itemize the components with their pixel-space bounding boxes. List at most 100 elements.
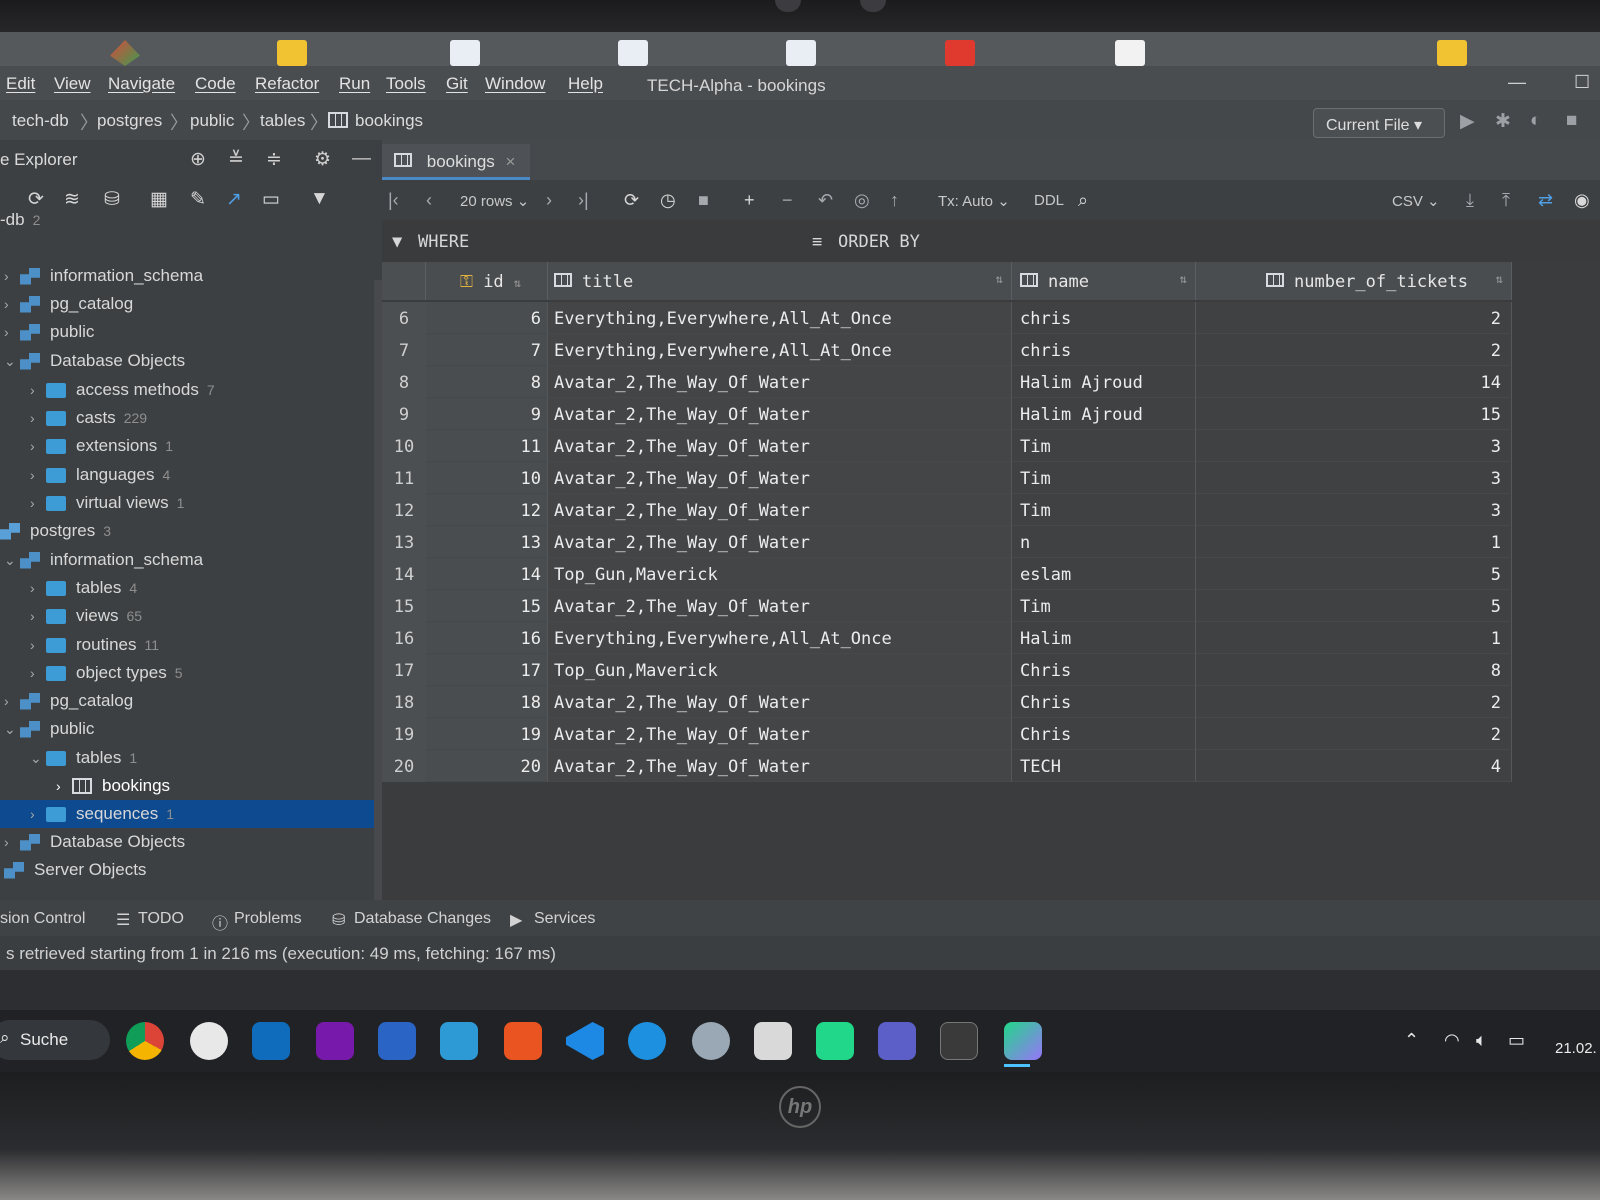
- submit-icon[interactable]: ↑: [890, 190, 899, 211]
- menu-navigate[interactable]: Navigate: [108, 74, 175, 94]
- menu-help[interactable]: Help: [568, 74, 603, 94]
- cell-title[interactable]: Avatar_2,The_Way_Of_Water: [548, 398, 1012, 430]
- document-icon[interactable]: [618, 40, 648, 66]
- cell-number-of-tickets[interactable]: 14: [1196, 366, 1512, 398]
- run-icon[interactable]: ▶: [1460, 110, 1475, 133]
- menu-git[interactable]: Git: [446, 74, 468, 94]
- menu-code[interactable]: Code: [195, 74, 236, 94]
- table-row[interactable]: 8 8 Avatar_2,The_Way_Of_Water Halim Ajroud 1…: [382, 366, 1512, 398]
- chrome-icon[interactable]: [126, 1022, 164, 1060]
- outlook-icon[interactable]: [252, 1022, 290, 1060]
- azure-cli-icon[interactable]: [440, 1022, 478, 1060]
- view-icon[interactable]: ◉: [1574, 190, 1590, 211]
- onenote-icon[interactable]: [316, 1022, 354, 1060]
- tree-node-views[interactable]: › views 65: [30, 602, 142, 630]
- cell-name[interactable]: Halim Ajroud: [1012, 398, 1196, 430]
- delete-row-icon[interactable]: −: [782, 190, 793, 211]
- document-icon[interactable]: [786, 40, 816, 66]
- crosshair-icon[interactable]: ⊕: [190, 148, 206, 171]
- git-icon[interactable]: [110, 40, 140, 66]
- wifi-icon[interactable]: ◠: [1444, 1030, 1460, 1051]
- cell-name[interactable]: Chris: [1012, 718, 1196, 750]
- maximize-button[interactable]: ☐: [1574, 72, 1590, 93]
- cell-id[interactable]: 20: [426, 750, 548, 782]
- datagrip-icon[interactable]: [1004, 1022, 1042, 1060]
- cell-id[interactable]: 14: [426, 558, 548, 590]
- column-header-title[interactable]: title ⇅: [548, 262, 1012, 300]
- taskbar-search[interactable]: ⌕ Suche: [0, 1020, 110, 1060]
- crumb-datasource[interactable]: tech-db: [12, 111, 69, 131]
- document-icon[interactable]: [1115, 40, 1145, 66]
- cell-title[interactable]: Everything,Everywhere,All_At_Once: [548, 622, 1012, 654]
- cell-title[interactable]: Avatar_2,The_Way_Of_Water: [548, 590, 1012, 622]
- menu-view[interactable]: View: [54, 74, 91, 94]
- column-header-number-of-tickets[interactable]: number_of_tickets ⇅: [1196, 262, 1512, 300]
- folder-icon[interactable]: [277, 40, 307, 66]
- menu-tools[interactable]: Tools: [386, 74, 426, 94]
- menu-refactor[interactable]: Refactor: [255, 74, 319, 94]
- panel-splitter[interactable]: [374, 280, 382, 1008]
- tree-node-public[interactable]: › public: [4, 318, 94, 346]
- cell-name[interactable]: Halim Ajroud: [1012, 366, 1196, 398]
- cell-name[interactable]: n: [1012, 526, 1196, 558]
- menu-run[interactable]: Run: [339, 74, 370, 94]
- cell-number-of-tickets[interactable]: 4: [1196, 750, 1512, 782]
- tab-bookings[interactable]: bookings ×: [382, 144, 530, 180]
- file-explorer-icon[interactable]: [754, 1022, 792, 1060]
- cell-number-of-tickets[interactable]: 1: [1196, 622, 1512, 654]
- chevron-up-icon[interactable]: ⌃: [1404, 1030, 1419, 1051]
- schema-compare-icon[interactable]: ≋: [64, 188, 80, 211]
- tree-node-datasource[interactable]: -db 2: [0, 206, 40, 234]
- cell-title[interactable]: Avatar_2,The_Way_Of_Water: [548, 526, 1012, 558]
- crumb-tables[interactable]: tables: [260, 111, 305, 131]
- cell-number-of-tickets[interactable]: 2: [1196, 334, 1512, 366]
- debug-icon[interactable]: ✱: [1495, 110, 1511, 133]
- tree-node-pg-catalog[interactable]: › pg_catalog: [4, 290, 133, 318]
- close-icon[interactable]: ×: [506, 152, 516, 171]
- cell-id[interactable]: 13: [426, 526, 548, 558]
- tab-todo[interactable]: TODO: [138, 910, 184, 928]
- table-row[interactable]: 7 7 Everything,Everywhere,All_At_Once chris…: [382, 334, 1512, 366]
- order-by-input[interactable]: ORDER BY: [838, 232, 920, 252]
- compare-icon[interactable]: ⇄: [1538, 190, 1553, 211]
- tree-node-server-objects[interactable]: Server Objects: [4, 856, 146, 884]
- tab-problems[interactable]: Problems: [234, 910, 302, 928]
- menu-window[interactable]: Window: [485, 74, 545, 94]
- cell-title[interactable]: Avatar_2,The_Way_Of_Water: [548, 686, 1012, 718]
- volume-icon[interactable]: 🔈︎: [1476, 1030, 1487, 1051]
- table-row[interactable]: 6 6 Everything,Everywhere,All_At_Once chris…: [382, 302, 1512, 334]
- table-row[interactable]: 9 9 Avatar_2,The_Way_Of_Water Halim Ajroud 1…: [382, 398, 1512, 430]
- tree-node-pg-catalog[interactable]: › pg_catalog: [4, 687, 133, 715]
- tree-node-casts[interactable]: › casts 229: [30, 404, 147, 432]
- table-view-icon[interactable]: ▦: [150, 188, 168, 211]
- tab-version-control[interactable]: sion Control: [0, 910, 85, 928]
- cell-name[interactable]: Tim: [1012, 590, 1196, 622]
- cell-id[interactable]: 10: [426, 462, 548, 494]
- first-page-icon[interactable]: |‹: [388, 190, 399, 211]
- cell-id[interactable]: 7: [426, 334, 548, 366]
- table-row[interactable]: 19 19 Avatar_2,The_Way_Of_Water Chris 2: [382, 718, 1512, 750]
- tree-node-tables[interactable]: › tables 4: [30, 574, 137, 602]
- column-header-name[interactable]: name ⇅: [1012, 262, 1196, 300]
- minimize-button[interactable]: —: [1508, 72, 1526, 93]
- cell-name[interactable]: Tim: [1012, 462, 1196, 494]
- vscode-icon[interactable]: [566, 1022, 604, 1060]
- tree-node-information-schema[interactable]: ⌄ information_schema: [4, 546, 203, 574]
- cell-name[interactable]: Tim: [1012, 494, 1196, 526]
- next-page-icon[interactable]: ›: [546, 190, 552, 211]
- filter-icon[interactable]: ▼: [310, 188, 329, 210]
- export-format-select[interactable]: CSV ⌄: [1392, 192, 1440, 210]
- cell-name[interactable]: eslam: [1012, 558, 1196, 590]
- minimize-panel-icon[interactable]: —: [352, 148, 371, 170]
- revert-icon[interactable]: ↶: [818, 190, 833, 211]
- cell-number-of-tickets[interactable]: 5: [1196, 590, 1512, 622]
- expand-all-icon[interactable]: ≚: [228, 148, 244, 171]
- powershell-icon[interactable]: [378, 1022, 416, 1060]
- table-row[interactable]: 10 11 Avatar_2,The_Way_Of_Water Tim 3: [382, 430, 1512, 462]
- cell-title[interactable]: Avatar_2,The_Way_Of_Water: [548, 718, 1012, 750]
- terminal-icon[interactable]: [940, 1022, 978, 1060]
- cell-number-of-tickets[interactable]: 8: [1196, 654, 1512, 686]
- where-filter-input[interactable]: WHERE: [418, 232, 469, 252]
- coverage-icon[interactable]: ◐: [1530, 110, 1541, 132]
- upload-icon[interactable]: ⤒: [1502, 190, 1510, 211]
